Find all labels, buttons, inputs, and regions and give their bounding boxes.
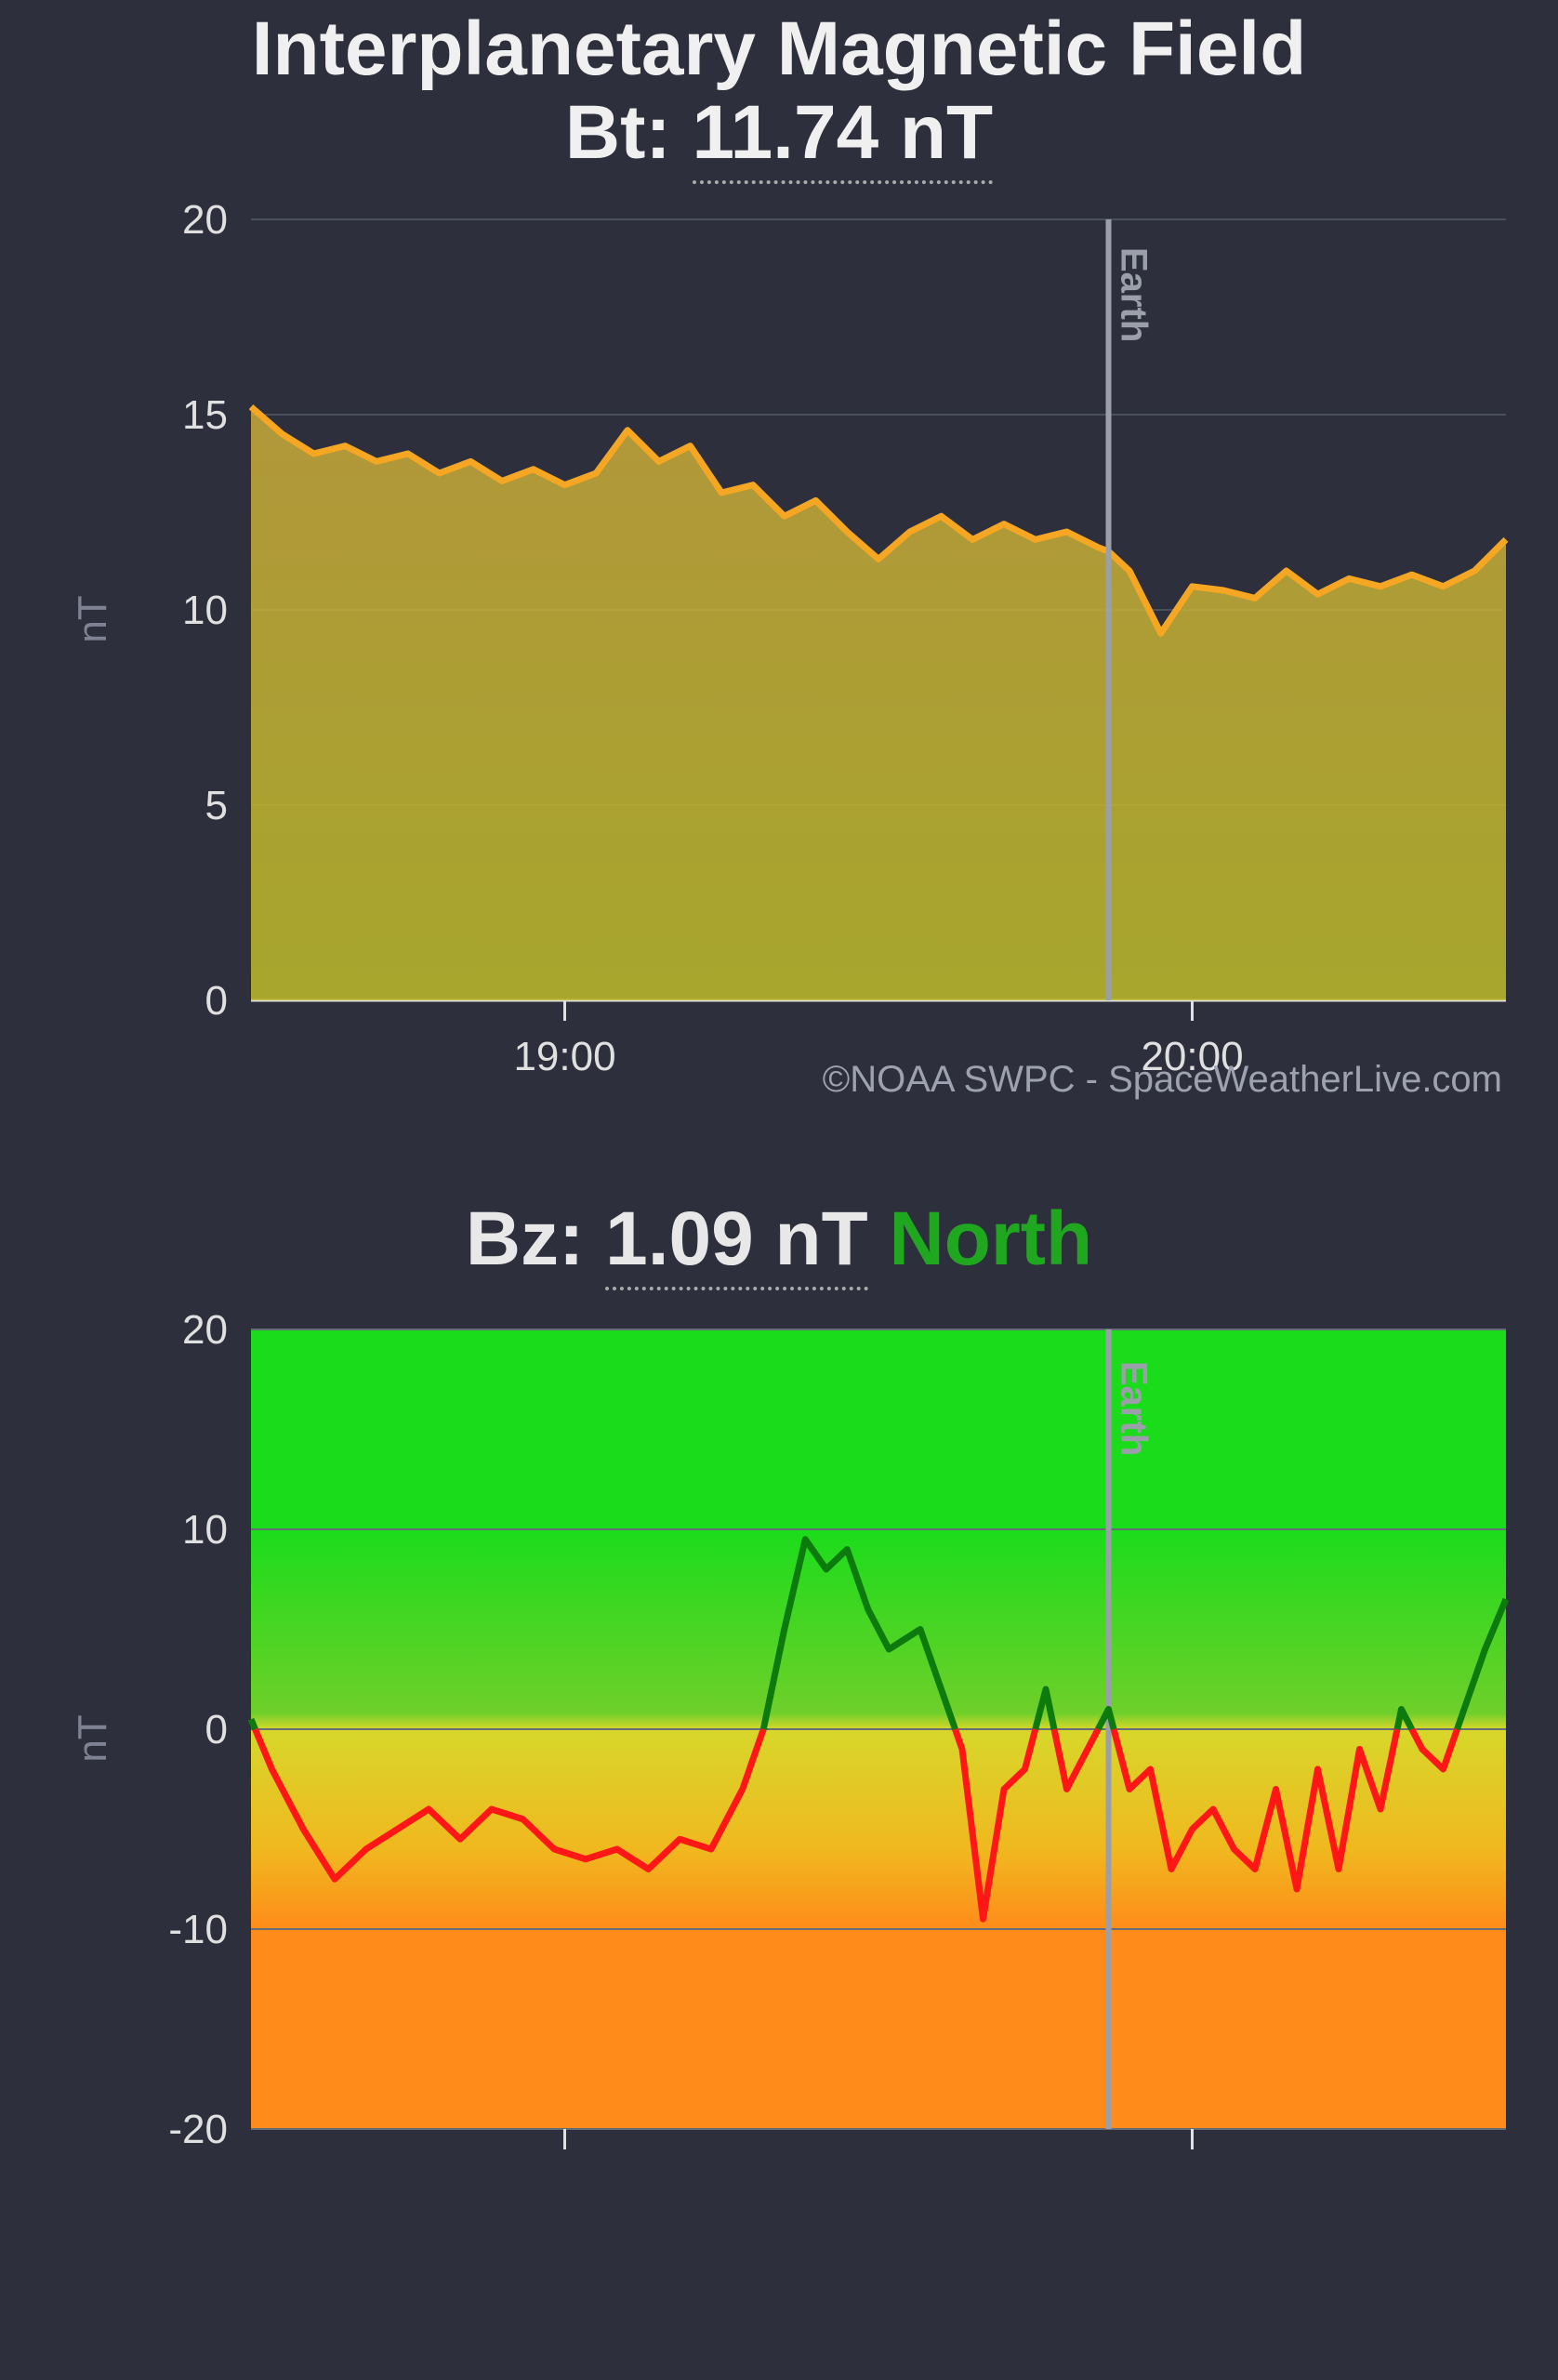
- svg-text:10: 10: [182, 1507, 228, 1553]
- bz-chart-svg: -20 -10 0 10 20 Earth: [93, 1311, 1525, 2222]
- svg-text:5: 5: [205, 783, 228, 828]
- page-title-block: Interplanetary Magnetic Field Bt: 11.74 …: [37, 0, 1521, 175]
- attribution-text: ©NOAA SWPC - SpaceWeatherLive.com: [823, 1059, 1502, 1101]
- svg-text:Earth: Earth: [1114, 1361, 1155, 1456]
- svg-text:0: 0: [205, 1707, 228, 1752]
- bt-chart-svg: 05101520Earth19:0020:00: [93, 201, 1525, 1112]
- svg-text:20: 20: [182, 201, 228, 243]
- bz-value: 1.09 nT: [605, 1197, 868, 1290]
- bt-chart: nT 05101520Earth19:0020:00 ©NOAA SWPC - …: [93, 201, 1521, 1038]
- svg-text:-10: -10: [168, 1907, 228, 1952]
- svg-text:0: 0: [205, 978, 228, 1024]
- svg-text:-20: -20: [168, 2107, 228, 2152]
- bz-label: Bz:: [466, 1197, 585, 1281]
- bz-direction: North: [890, 1197, 1093, 1281]
- svg-text:10: 10: [182, 588, 228, 633]
- bt-readout: Bt: 11.74 nT: [37, 91, 1521, 175]
- bz-readout: Bz: 1.09 nT North: [37, 1196, 1521, 1283]
- bt-label: Bt:: [565, 90, 671, 175]
- svg-text:19:00: 19:00: [513, 1034, 615, 1079]
- bt-value: 11.74 nT: [693, 90, 994, 184]
- main-title: Interplanetary Magnetic Field: [37, 7, 1521, 91]
- svg-text:15: 15: [182, 392, 228, 438]
- bz-ylabel: nT: [70, 1715, 116, 1763]
- svg-text:Earth: Earth: [1114, 247, 1155, 342]
- bz-chart: nT -20-1001020Earth: [93, 1311, 1521, 2166]
- bt-ylabel: nT: [70, 596, 116, 643]
- svg-text:20: 20: [182, 1311, 228, 1353]
